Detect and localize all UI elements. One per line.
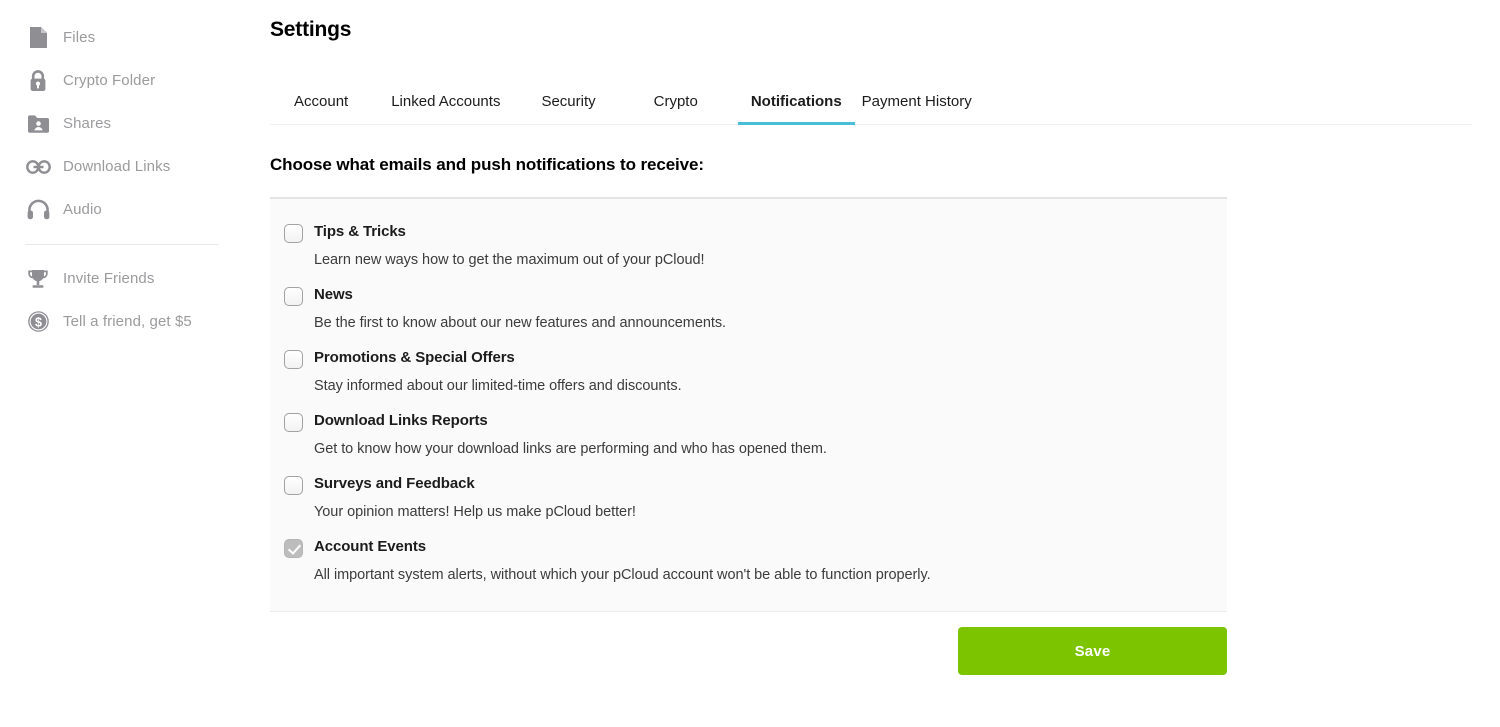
notification-row: Surveys and Feedback Your opinion matter… [270,467,1227,530]
sidebar-item-audio[interactable]: Audio [0,188,240,231]
tab-notifications[interactable]: Notifications [737,78,855,125]
tab-label: Notifications [750,92,842,110]
settings-page: Files Crypto Folder Shares Download Link… [0,0,1500,727]
sidebar-item-tell-a-friend[interactable]: $ Tell a friend, get $5 [0,300,240,343]
sidebar-item-label: Tell a friend, get $5 [63,313,192,330]
notification-title: Promotions & Special Offers [314,349,515,366]
dollar-coin-icon: $ [25,309,51,335]
notification-row: Account Events All important system aler… [270,530,1227,593]
checkbox-account-events [284,539,303,558]
sidebar-item-shares[interactable]: Shares [0,102,240,145]
sidebar-divider [25,244,218,245]
save-button-container: Save [270,627,1227,675]
tab-label: Crypto [653,92,698,110]
tab-label: Security [541,92,596,110]
notification-title: Surveys and Feedback [314,475,475,492]
save-button[interactable]: Save [958,627,1227,675]
section-heading: Choose what emails and push notification… [270,155,704,174]
page-title: Settings [270,18,352,41]
notification-title: Account Events [314,538,426,555]
lock-icon [25,68,51,94]
sidebar-item-label: Files [63,29,96,46]
notification-row: Tips & Tricks Learn new ways how to get … [270,215,1227,278]
tab-linked-accounts[interactable]: Linked Accounts [391,78,500,124]
notification-title: Download Links Reports [314,412,488,429]
link-icon [25,154,51,180]
checkbox-promotions-and-special-offers[interactable] [284,350,303,369]
notification-title: Tips & Tricks [314,223,406,240]
sidebar-item-invite-friends[interactable]: Invite Friends [0,257,240,300]
sidebar-item-label: Audio [63,201,102,218]
notification-description: Get to know how your download links are … [314,441,827,457]
sidebar-item-files[interactable]: Files [0,16,240,59]
tab-label: Account [294,92,349,110]
tab-label: Linked Accounts [391,92,501,110]
checkbox-download-links-reports[interactable] [284,413,303,432]
checkbox-tips-and-tricks[interactable] [284,224,303,243]
notification-row: Download Links Reports Get to know how y… [270,404,1227,467]
checkbox-surveys-and-feedback[interactable] [284,476,303,495]
checkbox-news[interactable] [284,287,303,306]
notification-title: News [314,286,353,303]
notification-description: All important system alerts, without whi… [314,567,931,583]
sidebar-item-label: Shares [63,115,112,132]
svg-text:$: $ [35,316,42,330]
sidebar: Files Crypto Folder Shares Download Link… [0,0,240,727]
sidebar-item-download-links[interactable]: Download Links [0,145,240,188]
file-icon [25,25,51,51]
tab-payment-history[interactable]: Payment History [862,78,972,124]
trophy-icon [25,266,51,292]
notification-description: Stay informed about our limited-time off… [314,378,682,394]
sidebar-item-crypto-folder[interactable]: Crypto Folder [0,59,240,102]
headphones-icon [25,197,51,223]
notification-row: News Be the first to know about our new … [270,278,1227,341]
notification-description: Be the first to know about our new featu… [314,315,727,331]
notification-row: Promotions & Special Offers Stay informe… [270,341,1227,404]
sidebar-item-label: Crypto Folder [63,72,156,89]
tab-label: Payment History [861,92,972,110]
tab-crypto[interactable]: Crypto [654,78,698,124]
shared-folder-icon [25,111,51,137]
main-content: Settings Account Linked Accounts Securit… [270,0,1500,727]
settings-tabs: Account Linked Accounts Security Crypto … [270,78,1472,125]
tab-account[interactable]: Account [294,78,348,124]
sidebar-item-label: Download Links [63,158,171,175]
tab-security[interactable]: Security [541,78,595,124]
notification-description: Learn new ways how to get the maximum ou… [314,252,705,268]
sidebar-item-label: Invite Friends [63,270,155,287]
notification-description: Your opinion matters! Help us make pClou… [314,504,636,520]
notifications-panel: Tips & Tricks Learn new ways how to get … [270,197,1227,612]
